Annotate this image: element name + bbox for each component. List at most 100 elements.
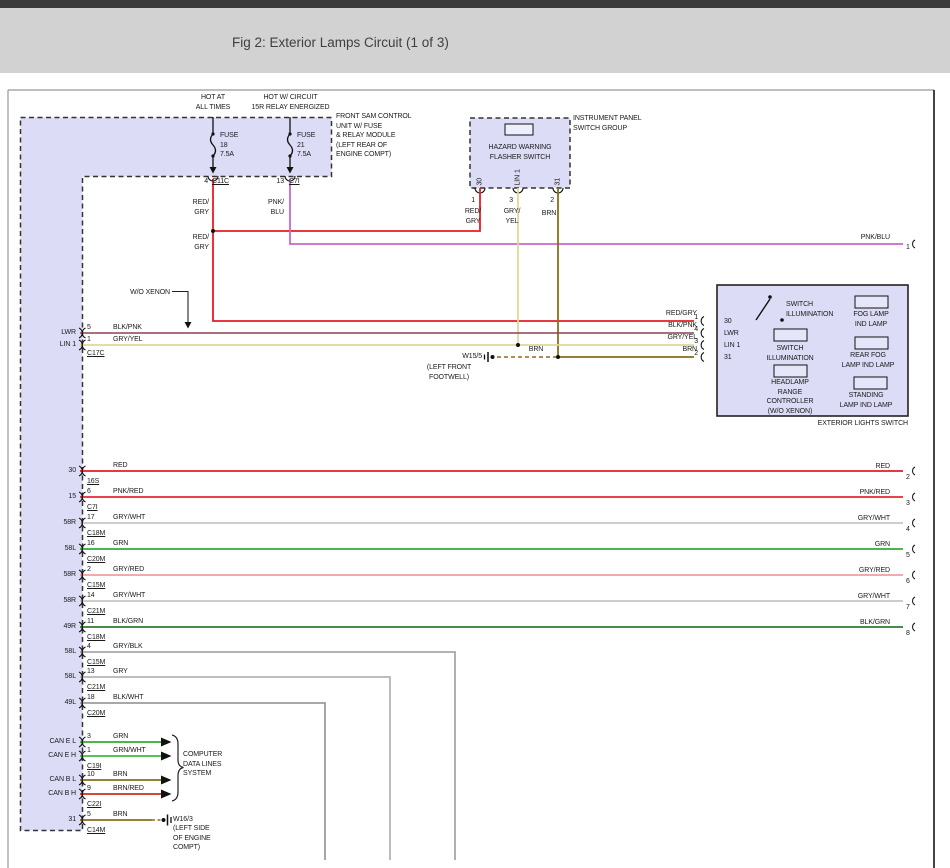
- row-right-wire-label: RED: [832, 462, 890, 472]
- hazard-pin-num-2: 2: [541, 196, 554, 206]
- row-left-label: 58L: [18, 672, 76, 682]
- rear-fog-lamp-ind-lamp-icon: [855, 337, 888, 349]
- row-right-wire-label: GRY/WHT: [832, 514, 890, 524]
- ext-pin-num-2: 2: [686, 349, 698, 359]
- row-right-num: 7: [906, 603, 918, 613]
- row-wire-label: RED: [113, 461, 173, 471]
- row-wire-label: GRN/WHT: [113, 746, 173, 756]
- ext-pin-31: 31: [724, 353, 754, 363]
- hot-at-all-times-label: HOT AT ALL TIMES: [183, 93, 243, 112]
- row-left-label: 49R: [18, 622, 76, 632]
- row-right-wire-label: BLK/GRN: [832, 618, 890, 628]
- row-pin: 13: [87, 667, 103, 677]
- row-connector: C15M: [87, 581, 117, 591]
- row-wire-label: BRN/RED: [113, 784, 173, 794]
- row-wire-label: BLK/WHT: [113, 693, 173, 703]
- fuse-21-label: FUSE 21 7.5A: [297, 131, 327, 160]
- row-left-label: 58R: [18, 518, 76, 528]
- junction-dot: [556, 355, 560, 359]
- row-wire-label: BRN: [113, 770, 173, 780]
- pnk-blu-right-num: 1: [906, 243, 918, 253]
- switch-illumination-lamp-icon: [774, 329, 807, 341]
- row-pin: 17: [87, 513, 103, 523]
- connector-c11c: C11C: [212, 177, 242, 187]
- row-wire-label: GRY: [113, 667, 173, 677]
- row-wire-label: PNK/RED: [113, 487, 173, 497]
- exterior-switch-connector-arcs: [701, 317, 704, 362]
- row-pin: 1: [87, 746, 103, 756]
- hazard-wire-gry-yel: GRY/ YEL: [496, 207, 528, 226]
- exterior-lamps-wiring-diagram: { "header": { "title": "Fig 2: Exterior …: [0, 0, 950, 868]
- row-pin: 3: [87, 732, 103, 742]
- hazard-wire-brn: BRN: [534, 209, 564, 219]
- wo-xenon-label: W/O XENON: [116, 288, 170, 298]
- row-wire-label: GRY/WHT: [113, 513, 173, 523]
- row-right-num: 8: [906, 629, 918, 639]
- row-left-label: 49L: [18, 698, 76, 708]
- row-wire-label: BRN: [113, 810, 173, 820]
- wire-label-red-gry-1: RED/ GRY: [183, 198, 209, 217]
- fuse-18-label: FUSE 18 7.5A: [220, 131, 250, 160]
- exterior-lights-switch-label: EXTERIOR LIGHTS SWITCH: [778, 419, 908, 429]
- row-wire-label: GRY/RED: [113, 565, 173, 575]
- ext-pin-num-1: 1: [686, 313, 698, 323]
- standing-lamp-ind-lamp-icon: [854, 377, 887, 389]
- fuse-21-pin: 13: [270, 177, 284, 187]
- row-pin: 11: [87, 617, 103, 627]
- ext-pin-lin1: LIN 1: [724, 341, 754, 351]
- ext-pin-lwr: LWR: [724, 329, 754, 339]
- hazard-pin-30: 30: [476, 136, 485, 186]
- row-wire-label: GRY/WHT: [113, 591, 173, 601]
- row-pin: 9: [87, 784, 103, 794]
- row-left-label: 58L: [18, 544, 76, 554]
- row-pin: 6: [87, 487, 103, 497]
- row-connector: C7I: [87, 503, 117, 513]
- fog-lamp-ind-lamp-label: FOG LAMP IND LAMP: [841, 310, 901, 329]
- connector-c17c: C17C: [87, 349, 117, 359]
- row-wire-label: BLK/GRN: [113, 617, 173, 627]
- ground-w15-5-name: W15/5: [448, 352, 482, 362]
- row-right-num: 5: [906, 551, 918, 561]
- wire-label-red-gry-2: RED/ GRY: [183, 233, 209, 252]
- right-edge-connector-hooks: [913, 240, 915, 631]
- row-left-label: 58L: [18, 647, 76, 657]
- row-pin: 4: [87, 642, 103, 652]
- ext-pin-30: 30: [724, 317, 754, 327]
- row-pin: 16: [87, 539, 103, 549]
- row-wire-label: GRN: [113, 732, 173, 742]
- row-left-label: 15: [18, 492, 76, 502]
- lin1-row-pin: 1: [87, 335, 103, 345]
- lin1-row-wire: GRY/YEL: [113, 335, 173, 345]
- computer-data-lines-label: COMPUTER DATA LINES SYSTEM: [183, 750, 241, 779]
- wire-label-pnk-blu: PNK/ BLU: [258, 198, 284, 217]
- wire-pnk-blu: [290, 179, 903, 244]
- rear-fog-lamp-ind-lamp-label: REAR FOG LAMP IND LAMP: [835, 351, 901, 370]
- row-right-num: 4: [906, 525, 918, 535]
- brn-ground-wire-label: BRN: [521, 345, 551, 355]
- row-right-num: 6: [906, 577, 918, 587]
- junction-dot: [516, 343, 520, 347]
- standing-lamp-ind-lamp-label: STANDING LAMP IND LAMP: [833, 391, 899, 410]
- row-connector: C18M: [87, 529, 117, 539]
- row-left-label: CAN E H: [18, 751, 76, 761]
- row-pin: 10: [87, 770, 103, 780]
- ground-w15-5-location: (LEFT FRONT FOOTWELL): [416, 363, 482, 382]
- row-connector: C21M: [87, 683, 117, 693]
- row-connector: C21M: [87, 607, 117, 617]
- ext-pin-num-3: 3: [686, 337, 698, 347]
- row-right-num: 2: [906, 473, 918, 483]
- row-pin: 5: [87, 810, 103, 820]
- row-left-label: 30: [18, 466, 76, 476]
- instrument-panel-switch-group-label: INSTRUMENT PANEL SWITCH GROUP: [573, 114, 663, 133]
- computer-data-lines-brace: [172, 735, 184, 801]
- pnk-blu-right-label: PNK/BLU: [832, 233, 890, 243]
- row-right-num: 3: [906, 499, 918, 509]
- hazard-wire-red-gry: RED/ GRY: [457, 207, 489, 226]
- row-left-label: 58R: [18, 596, 76, 606]
- headlamp-range-controller-label: HEADLAMP RANGE CONTROLLER (W/O XENON): [752, 378, 828, 416]
- lwr-row-label: LWR: [18, 328, 76, 338]
- row-connector: C14M: [87, 826, 117, 836]
- row-connector: C20M: [87, 709, 117, 719]
- headlamp-range-controller-icon: [774, 365, 807, 377]
- hazard-pin-31: 31: [554, 136, 563, 186]
